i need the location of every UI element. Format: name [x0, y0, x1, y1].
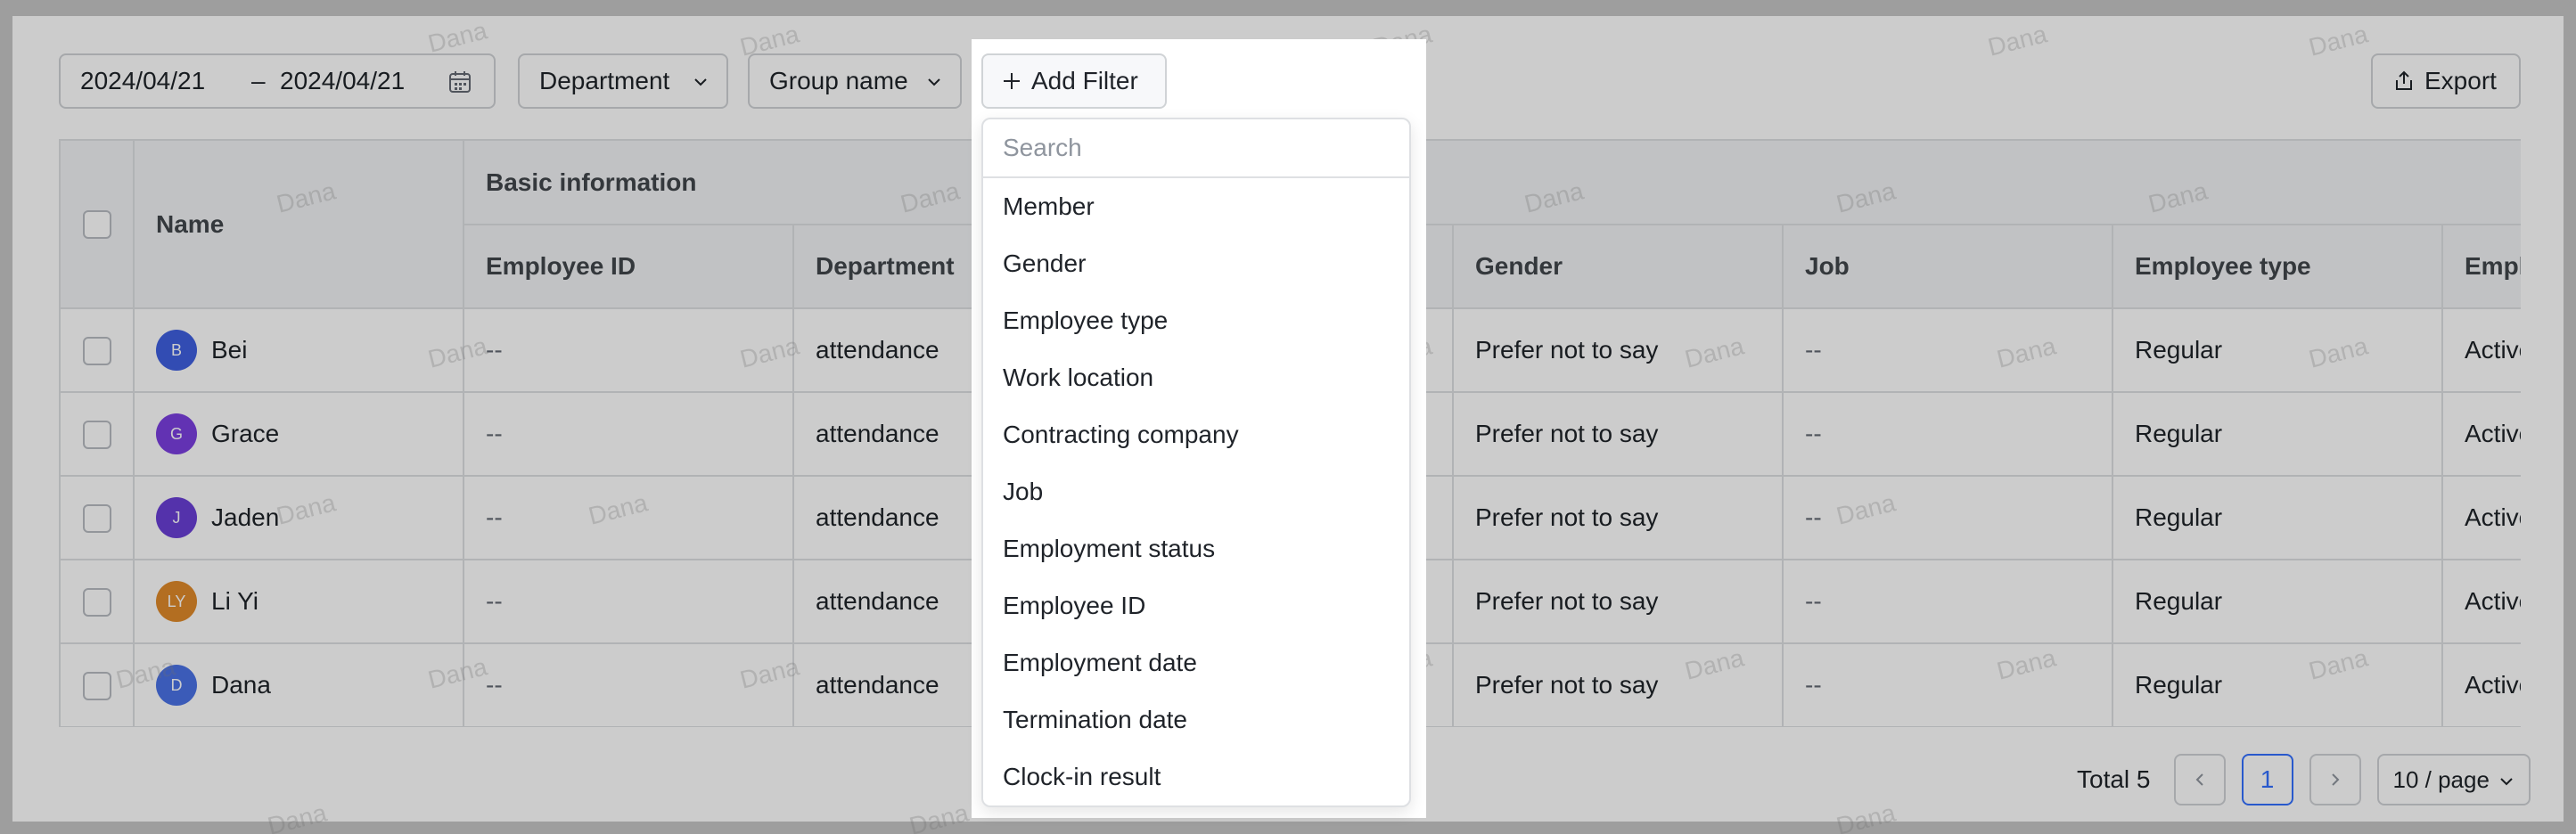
- filter-option-gender[interactable]: Gender: [983, 235, 1409, 292]
- filter-option-contracting-company[interactable]: Contracting company: [983, 406, 1409, 463]
- filter-dropdown: Member Gender Employee type Work locatio…: [981, 118, 1411, 807]
- plus-icon: [1004, 73, 1020, 89]
- filter-option-job[interactable]: Job: [983, 463, 1409, 520]
- add-filter-spotlight: Add Filter Member Gender Employee type W…: [972, 39, 1426, 818]
- add-filter-label: Add Filter: [1031, 67, 1138, 94]
- filter-option-member[interactable]: Member: [983, 178, 1409, 235]
- filter-search: [983, 119, 1409, 178]
- filter-option-clock-in-result[interactable]: Clock-in result: [983, 748, 1409, 805]
- filter-option-employment-status[interactable]: Employment status: [983, 520, 1409, 577]
- filter-option-employee-id[interactable]: Employee ID: [983, 577, 1409, 634]
- add-filter-button[interactable]: Add Filter: [981, 53, 1167, 109]
- filter-option-employment-date[interactable]: Employment date: [983, 634, 1409, 691]
- filter-option-employee-type[interactable]: Employee type: [983, 292, 1409, 349]
- filter-option-work-location[interactable]: Work location: [983, 349, 1409, 406]
- filter-option-termination-date[interactable]: Termination date: [983, 691, 1409, 748]
- filter-search-input[interactable]: [1003, 134, 1390, 162]
